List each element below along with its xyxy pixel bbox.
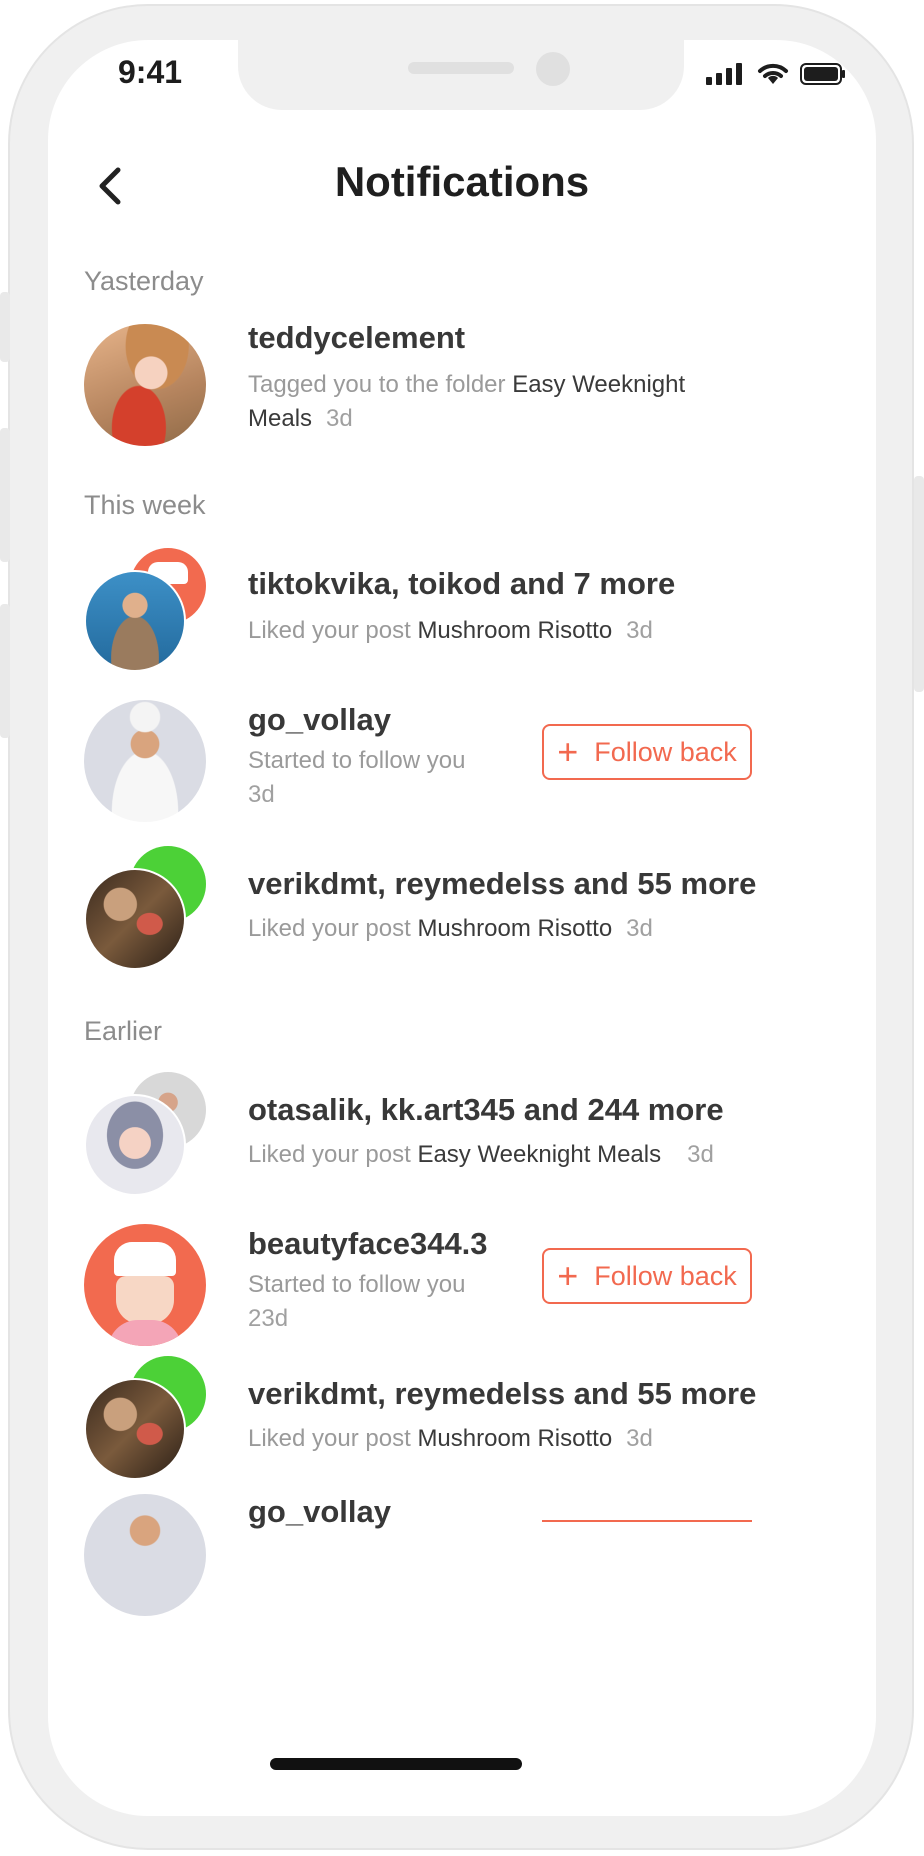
avatar[interactable] [84, 700, 206, 822]
notification-time: 3d [626, 1425, 653, 1452]
notification-item[interactable]: go_vollay [84, 1494, 844, 1616]
notification-user[interactable]: verikdmt, reymedelss and 55 more [248, 866, 756, 902]
notification-text: Started to follow you 3d [248, 744, 508, 812]
notification-time: 3d [248, 781, 275, 808]
home-indicator[interactable] [270, 1758, 522, 1770]
notification-time: 23d [248, 1305, 289, 1332]
notification-user[interactable]: teddycelement [248, 320, 465, 356]
power-button [914, 476, 924, 692]
speaker [408, 62, 514, 74]
section-label-this-week: This week [84, 490, 206, 520]
notification-user[interactable]: go_vollay [248, 702, 391, 738]
avatar[interactable] [84, 1224, 206, 1346]
notification-target[interactable]: Mushroom Risotto [417, 617, 612, 644]
avatar [84, 570, 186, 672]
notification-user[interactable]: beautyface344.3 [248, 1226, 488, 1262]
wifi-icon [758, 63, 788, 84]
follow-back-button-edge [542, 1520, 752, 1522]
avatar [84, 1094, 186, 1196]
avatar-group[interactable] [84, 1072, 208, 1196]
status-icons [706, 62, 846, 86]
notification-target[interactable]: Mushroom Risotto [417, 915, 612, 942]
notification-item[interactable]: teddycelement Tagged you to the folder E… [84, 320, 844, 446]
page-title: Notifications [334, 158, 590, 205]
notification-text: Liked your post Mushroom Risotto 3d [248, 1425, 653, 1452]
notification-time: 3d [626, 915, 653, 942]
notch [238, 40, 684, 110]
notification-item[interactable]: tiktokvika, toikod and 7 more Liked your… [84, 548, 844, 672]
status-time: 9:41 [118, 54, 183, 90]
avatar-group[interactable] [84, 548, 208, 672]
notification-time: 3d [687, 1141, 714, 1168]
avatar[interactable] [84, 324, 206, 446]
battery-icon [800, 63, 845, 85]
section-label-earlier: Earlier [84, 1016, 163, 1046]
plus-icon: + [557, 731, 579, 772]
notification-text: Liked your post Mushroom Risotto 3d [248, 617, 653, 644]
mute-switch [0, 292, 10, 362]
avatar-group[interactable] [84, 1356, 208, 1480]
follow-back-button[interactable]: + Follow back [542, 724, 752, 780]
notification-text: Liked your post Mushroom Risotto 3d [248, 915, 653, 942]
notification-time: 3d [326, 405, 353, 432]
plus-icon: + [557, 1255, 579, 1296]
avatar [84, 1378, 186, 1480]
avatar-group[interactable] [84, 846, 208, 970]
notification-user[interactable]: go_vollay [248, 1494, 391, 1530]
notification-text: Started to follow you 23d [248, 1268, 508, 1336]
volume-down-button [0, 604, 10, 738]
screen: 9:41 Notifications Yasterday teddyceleme… [48, 40, 876, 1816]
notification-text: Liked your post Easy Weeknight Meals 3d [248, 1141, 714, 1168]
notification-item[interactable]: verikdmt, reymedelss and 55 more Liked y… [84, 1356, 844, 1480]
notification-user[interactable]: tiktokvika, toikod and 7 more [248, 566, 675, 602]
notification-target[interactable]: Easy Weeknight Meals [417, 1141, 661, 1168]
notification-item[interactable]: verikdmt, reymedelss and 55 more Liked y… [84, 846, 844, 970]
notification-item[interactable]: beautyface344.3 Started to follow you 23… [84, 1224, 844, 1346]
notification-item[interactable]: otasalik, kk.art345 and 244 more Liked y… [84, 1072, 844, 1196]
avatar[interactable] [84, 1494, 206, 1616]
notification-item[interactable]: go_vollay Started to follow you 3d + Fol… [84, 700, 844, 822]
signal-icon [706, 63, 742, 85]
notification-target[interactable]: Mushroom Risotto [417, 1425, 612, 1452]
avatar [84, 868, 186, 970]
section-label-yesterday: Yasterday [84, 266, 204, 296]
notification-text: Tagged you to the folder Easy Weeknight … [248, 371, 686, 432]
follow-back-button[interactable]: + Follow back [542, 1248, 752, 1304]
notification-user[interactable]: otasalik, kk.art345 and 244 more [248, 1092, 724, 1128]
notification-user[interactable]: verikdmt, reymedelss and 55 more [248, 1376, 756, 1412]
notification-time: 3d [626, 617, 653, 644]
volume-up-button [0, 428, 10, 562]
camera [536, 52, 570, 86]
